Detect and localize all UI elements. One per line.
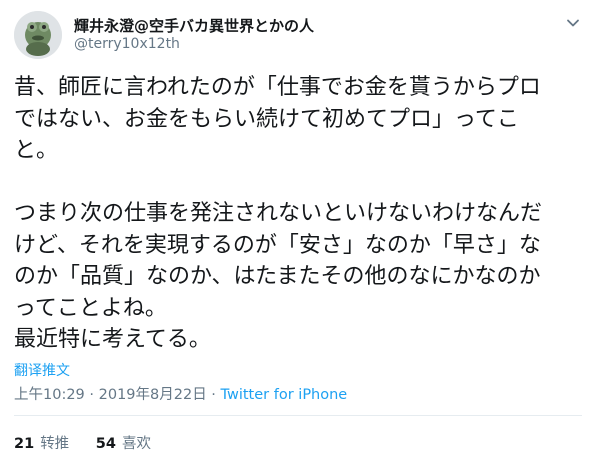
tweet-stats: 21 转推 54 喜欢: [14, 432, 173, 453]
tweet-source-link[interactable]: Twitter for iPhone: [221, 387, 348, 403]
tweet-timestamp[interactable]: 上午10:29 · 2019年8月22日 ·: [14, 387, 221, 403]
divider: [14, 415, 582, 416]
retweets-stat[interactable]: 21 转推: [14, 432, 69, 453]
likes-count: 54: [95, 436, 116, 452]
likes-label: 喜欢: [121, 436, 151, 452]
tweet-text: 昔、師匠に言われたのが「仕事でお金を貰うからプロ ではない、お金をもらい続けて初…: [14, 75, 543, 352]
avatar-frog-figure-icon: [14, 11, 62, 59]
chevron-down-icon[interactable]: [564, 14, 582, 32]
retweets-count: 21: [14, 436, 35, 452]
translate-tweet-link[interactable]: 翻译推文: [14, 360, 70, 380]
retweets-label: 转推: [40, 436, 70, 452]
user-handle[interactable]: @terry10x12th: [74, 36, 180, 52]
likes-stat[interactable]: 54 喜欢: [96, 432, 151, 453]
display-name[interactable]: 輝井永澄@空手バカ異世界とかの人: [74, 15, 314, 36]
tweet-meta: 上午10:29 · 2019年8月22日 · Twitter for iPhon…: [14, 383, 347, 404]
avatar[interactable]: [14, 11, 62, 59]
